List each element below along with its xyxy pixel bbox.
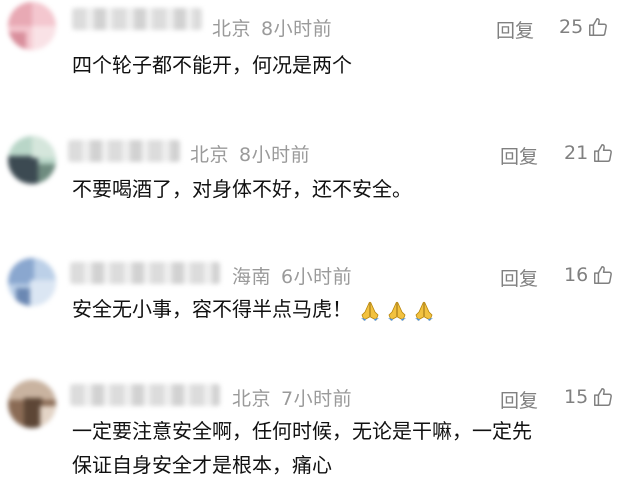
like-count: 25 — [559, 16, 584, 38]
thumbs-up-icon — [594, 266, 613, 284]
comment-meta: 北京 8小时前 — [190, 140, 310, 167]
location-label: 海南 — [232, 266, 272, 288]
comment-text-line: 四个轮子都不能开，何况是两个 — [72, 53, 352, 77]
timestamp: 8小时前 — [239, 144, 311, 166]
comment-text-segment: 安全无小事，容不得半点马虎！ — [72, 297, 352, 321]
comment-text: 四个轮子都不能开，何况是两个 — [72, 48, 624, 82]
reply-button[interactable]: 回复 — [500, 386, 538, 413]
folded-hands-icon — [361, 301, 379, 321]
comment-meta: 海南 6小时前 — [232, 262, 352, 289]
like-button[interactable]: 15 — [564, 386, 614, 408]
username-blurred[interactable] — [72, 8, 202, 30]
avatar[interactable] — [8, 136, 56, 184]
avatar[interactable] — [8, 380, 56, 428]
username-blurred[interactable] — [70, 262, 220, 284]
emoji-row — [358, 299, 439, 323]
thumbs-up-icon — [594, 388, 613, 406]
comment-text-line: 不要喝酒了，对身体不好，还不安全。 — [72, 177, 412, 201]
comment-meta: 北京 7小时前 — [232, 384, 352, 411]
like-count: 16 — [564, 264, 589, 286]
comment-text: 安全无小事，容不得半点马虎！ — [72, 292, 624, 326]
comment-text-line: 安全无小事，容不得半点马虎！ — [72, 292, 624, 326]
avatar[interactable] — [8, 258, 56, 306]
comment-text: 不要喝酒了，对身体不好，还不安全。 — [72, 172, 624, 206]
timestamp: 7小时前 — [281, 388, 353, 410]
like-count: 21 — [564, 142, 589, 164]
like-button[interactable]: 21 — [564, 142, 614, 164]
timestamp: 6小时前 — [281, 266, 353, 288]
comment-text: 一定要注意安全啊，任何时候，无论是干嘛，一定先 保证自身安全才是根本，痛心 — [72, 414, 624, 482]
username-blurred[interactable] — [70, 384, 220, 406]
reply-button[interactable]: 回复 — [496, 16, 534, 43]
folded-hands-icon — [415, 301, 433, 321]
like-button[interactable]: 25 — [559, 16, 609, 38]
comment-text-line: 一定要注意安全啊，任何时候，无论是干嘛，一定先 — [72, 419, 532, 443]
location-label: 北京 — [212, 18, 252, 40]
avatar[interactable] — [8, 2, 56, 50]
folded-hands-icon — [388, 301, 406, 321]
thumbs-up-icon — [589, 18, 608, 36]
timestamp: 8小时前 — [261, 18, 333, 40]
reply-button[interactable]: 回复 — [500, 264, 538, 291]
location-label: 北京 — [190, 144, 230, 166]
reply-button[interactable]: 回复 — [500, 142, 538, 169]
comment-meta: 北京 8小时前 — [212, 14, 332, 41]
thumbs-up-icon — [594, 144, 613, 162]
username-blurred[interactable] — [68, 140, 180, 162]
comment-text-line: 保证自身安全才是根本，痛心 — [72, 453, 332, 477]
like-button[interactable]: 16 — [564, 264, 614, 286]
like-count: 15 — [564, 386, 589, 408]
location-label: 北京 — [232, 388, 272, 410]
